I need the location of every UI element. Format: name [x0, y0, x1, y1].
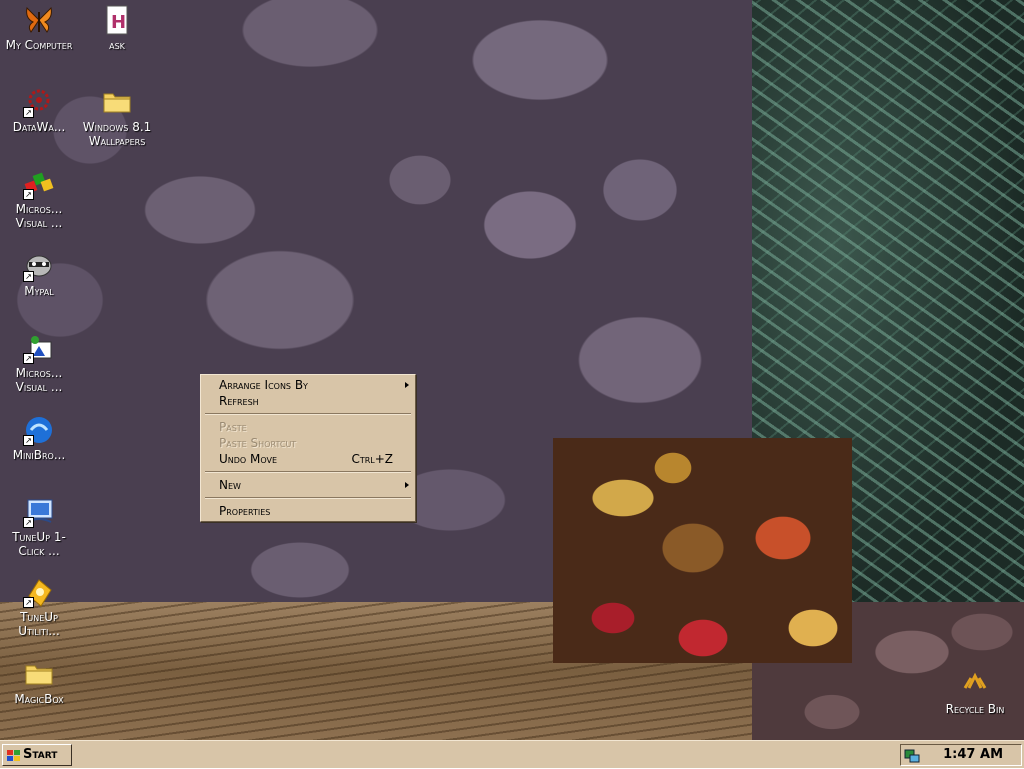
windows-logo-icon — [7, 749, 20, 761]
shortcut-arrow-icon: ↗ — [23, 271, 34, 282]
submenu-arrow-icon — [405, 482, 409, 488]
menu-item-paste-shortcut[interactable]: Paste Shortcut — [203, 435, 413, 451]
menu-item-label: Refresh — [219, 394, 259, 408]
submenu-arrow-icon — [405, 382, 409, 388]
menu-item-label: New — [219, 478, 241, 492]
folder-icon — [101, 86, 133, 118]
desktop-icon-label: MiniBro... — [12, 448, 66, 462]
menu-item-new[interactable]: New — [203, 477, 413, 493]
desktop-icon-label: DataWa... — [12, 120, 66, 134]
desktop-icon-label: Micros... Visual ... — [15, 366, 63, 394]
menu-separator — [205, 413, 411, 415]
menu-item-label: Arrange Icons By — [219, 378, 308, 392]
menu-item-refresh[interactable]: Refresh — [203, 393, 413, 409]
menu-item-label: Properties — [219, 504, 271, 518]
desktop-icon-mypal[interactable]: ↗ Mypal — [2, 250, 76, 298]
shortcut-arrow-icon: ↗ — [23, 517, 34, 528]
menu-item-label: Undo Move — [219, 452, 278, 466]
network-tray-icon[interactable] — [904, 747, 920, 763]
taskbar-clock[interactable]: 1:47 AM — [943, 745, 1003, 765]
svg-text:H: H — [111, 12, 126, 33]
menu-item-arrange-icons-by[interactable]: Arrange Icons By — [203, 377, 413, 393]
desktop-icon-datawa[interactable]: ↗ DataWa... — [2, 86, 76, 134]
raccoon-icon: ↗ — [23, 250, 55, 282]
desktop-icon-recycle-bin[interactable]: Recycle Bin — [938, 668, 1012, 716]
recycle-bin-icon — [959, 668, 991, 700]
desktop-icon-label: Recycle Bin — [945, 702, 1005, 716]
menu-item-shortcut: Ctrl+Z — [351, 452, 393, 466]
folder-icon — [23, 658, 55, 690]
desktop-icon-tuneup-1click[interactable]: ↗ TuneUp 1-Click ... — [2, 496, 76, 558]
desktop-icon-label: Mypal — [24, 284, 54, 298]
desktop-icon-ask[interactable]: H ask — [80, 4, 154, 52]
desktop-icon-minibrowser[interactable]: ↗ MiniBro... — [2, 414, 76, 462]
menu-item-label: Paste — [219, 420, 247, 434]
menu-item-properties[interactable]: Properties — [203, 503, 413, 519]
desktop-icon-windows-wallpapers[interactable]: Windows 8.1 Wallpapers — [80, 86, 154, 148]
desktop-icon-tuneup-utilities[interactable]: ↗ TuneUp Utiliti... — [2, 576, 76, 638]
tuneup-1click-icon: ↗ — [23, 496, 55, 528]
shortcut-arrow-icon: ↗ — [23, 107, 34, 118]
desktop-icon-visual-foxpro[interactable]: ↗ Micros... Visual ... — [2, 332, 76, 394]
visual-studio-icon: ↗ — [23, 168, 55, 200]
tuneup-utilities-icon: ↗ — [23, 576, 55, 608]
start-button[interactable]: Start — [2, 744, 72, 766]
shortcut-arrow-icon: ↗ — [23, 435, 34, 446]
butterfly-icon — [23, 4, 55, 36]
menu-item-undo-move[interactable]: Undo Move Ctrl+Z — [203, 451, 413, 467]
desktop-icon-label: TuneUp 1-Click ... — [12, 530, 66, 558]
system-tray: 1:47 AM — [900, 744, 1022, 766]
desktop-icon-label: TuneUp Utiliti... — [18, 610, 60, 638]
desktop-context-menu: Arrange Icons By Refresh Paste Paste Sho… — [200, 374, 416, 522]
wallpaper-leaves — [553, 438, 852, 663]
desktop-icon-label: MagicBox — [14, 692, 64, 706]
menu-separator — [205, 471, 411, 473]
document-h-icon: H — [101, 4, 133, 36]
taskbar: Start 1:47 AM — [0, 740, 1024, 768]
desktop-icon-label: ask — [109, 38, 125, 52]
start-label: Start — [23, 747, 58, 762]
desktop-icon-visual-studio[interactable]: ↗ Micros... Visual ... — [2, 168, 76, 230]
datawarehouse-icon: ↗ — [23, 86, 55, 118]
minibrowser-icon: ↗ — [23, 414, 55, 446]
shortcut-arrow-icon: ↗ — [23, 597, 34, 608]
desktop-icon-magicbox[interactable]: MagicBox — [2, 658, 76, 706]
menu-item-paste[interactable]: Paste — [203, 419, 413, 435]
desktop-icon-label: My Computer — [5, 38, 73, 52]
shortcut-arrow-icon: ↗ — [23, 189, 34, 200]
desktop-icon-label: Micros... Visual ... — [15, 202, 63, 230]
menu-item-label: Paste Shortcut — [219, 436, 297, 450]
menu-separator — [205, 497, 411, 499]
shortcut-arrow-icon: ↗ — [23, 353, 34, 364]
visual-foxpro-icon: ↗ — [23, 332, 55, 364]
desktop-icon-label: Windows 8.1 Wallpapers — [82, 120, 152, 148]
desktop-icon-my-computer[interactable]: My Computer — [2, 4, 76, 52]
